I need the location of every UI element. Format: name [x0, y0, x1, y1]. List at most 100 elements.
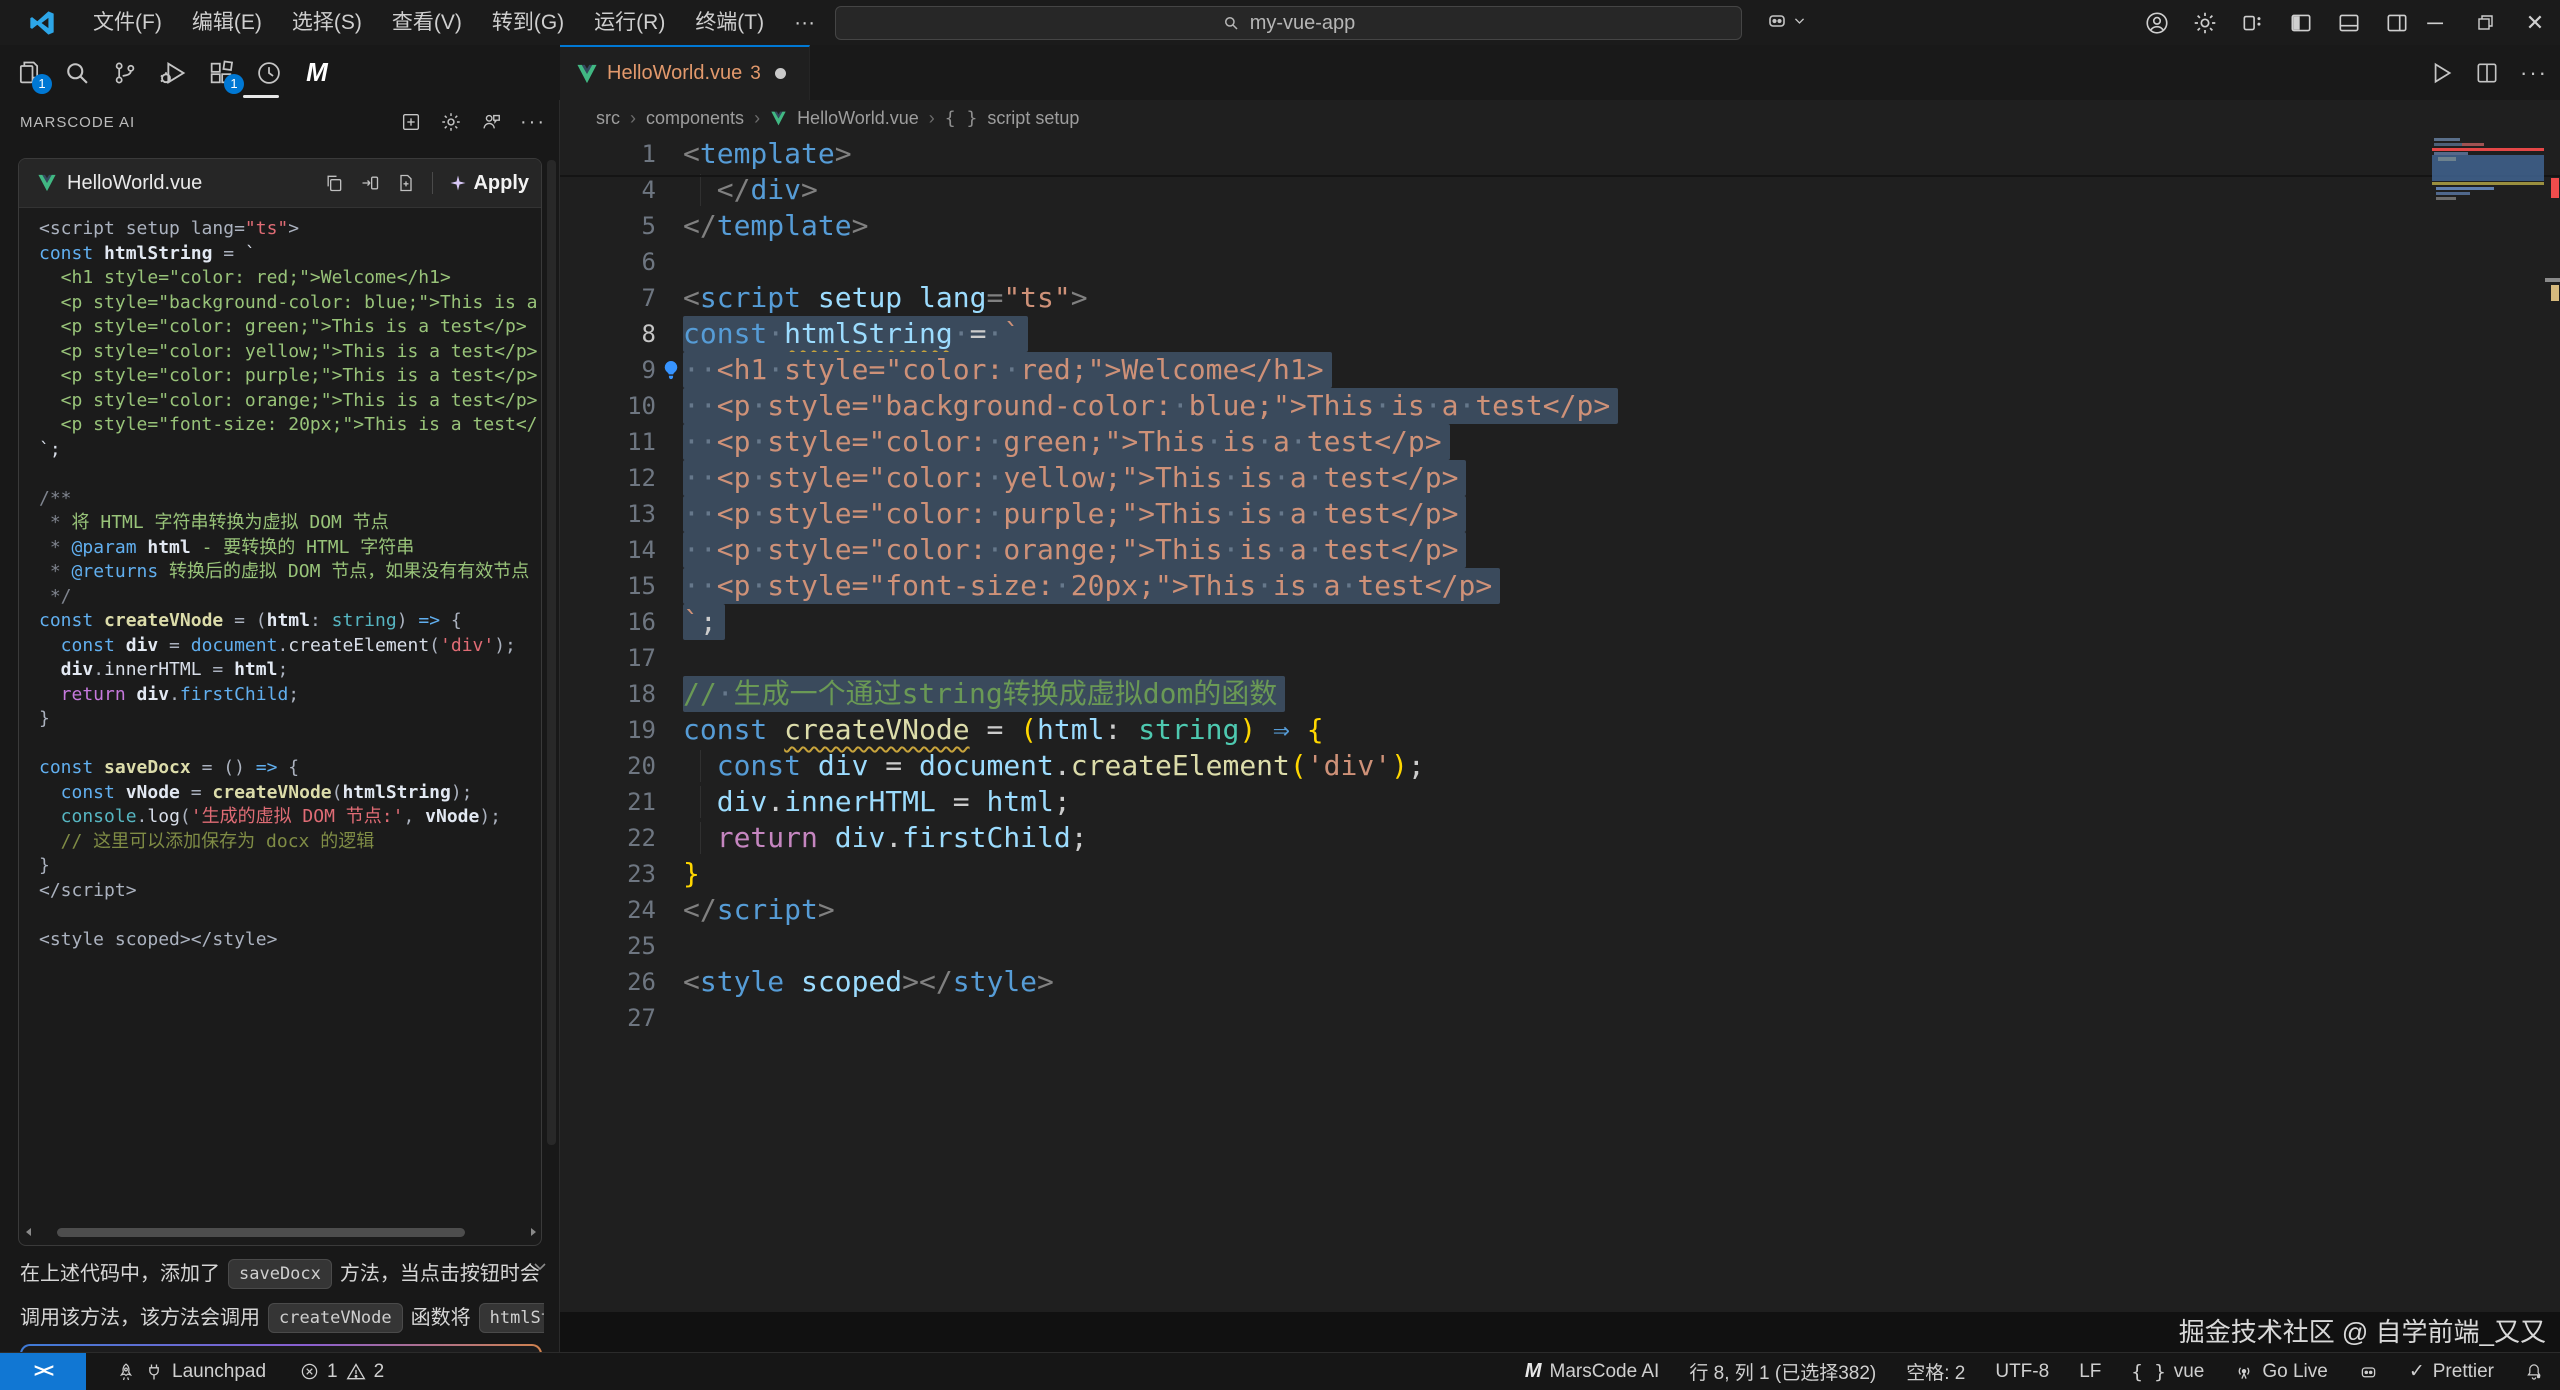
marscode-status-item[interactable]: MMarsCode AI: [1525, 1360, 1660, 1383]
account-icon[interactable]: [2144, 10, 2170, 36]
toggle-panel-icon[interactable]: [2336, 10, 2362, 36]
toggle-sidebar-icon[interactable]: [2288, 10, 2314, 36]
code-line[interactable]: 5</template>: [560, 208, 2560, 244]
code-line[interactable]: 13··<p·style="color:·purple;">This·is·a·…: [560, 496, 2560, 532]
run-debug-icon[interactable]: [156, 56, 190, 90]
line-number[interactable]: 25: [560, 932, 656, 960]
code-line[interactable]: 24</script>: [560, 892, 2560, 928]
code-line[interactable]: 7<script setup lang="ts">: [560, 280, 2560, 316]
apply-button[interactable]: Apply: [449, 172, 529, 195]
crumb-components[interactable]: components: [646, 108, 744, 129]
code-line[interactable]: 6: [560, 244, 2560, 280]
line-number[interactable]: 27: [560, 1004, 656, 1032]
code-line[interactable]: 26<style scoped></style>: [560, 964, 2560, 1000]
line-number[interactable]: 15: [560, 572, 656, 600]
code-line[interactable]: 21 div.innerHTML = html;: [560, 784, 2560, 820]
encoding-item[interactable]: UTF-8: [1995, 1361, 2049, 1383]
search-activity-icon[interactable]: [60, 56, 94, 90]
language-mode-item[interactable]: { }vue: [2131, 1361, 2204, 1383]
feedback-icon[interactable]: [480, 111, 502, 133]
line-number[interactable]: 11: [560, 428, 656, 456]
copilot-menu[interactable]: [1765, 8, 1806, 32]
line-number[interactable]: 17: [560, 644, 656, 672]
menu-view[interactable]: 查看(V): [377, 0, 477, 45]
split-editor-icon[interactable]: [2474, 60, 2500, 86]
launchpad-item[interactable]: Launchpad: [116, 1361, 266, 1383]
line-number[interactable]: 22: [560, 824, 656, 852]
more-actions-icon[interactable]: ···: [2520, 60, 2548, 86]
crumb-file[interactable]: HelloWorld.vue: [797, 108, 919, 129]
line-number[interactable]: 1: [560, 140, 656, 168]
code-line[interactable]: 17: [560, 640, 2560, 676]
lightbulb-icon[interactable]: [660, 359, 682, 381]
marscode-activity-icon[interactable]: M: [300, 56, 334, 90]
card-code-block[interactable]: <script setup lang="ts">const htmlString…: [39, 217, 539, 952]
extensions-icon[interactable]: 1: [204, 56, 238, 90]
line-number[interactable]: 5: [560, 212, 656, 240]
line-number[interactable]: 19: [560, 716, 656, 744]
card-scrollbar[interactable]: [23, 1225, 539, 1239]
panel-settings-gear-icon[interactable]: [440, 111, 462, 133]
line-number[interactable]: 18: [560, 680, 656, 708]
crumb-symbol[interactable]: script setup: [987, 108, 1079, 129]
line-number[interactable]: 9: [560, 356, 656, 384]
line-number[interactable]: 23: [560, 860, 656, 888]
notifications-bell-icon[interactable]: [2524, 1362, 2544, 1382]
code-line[interactable]: 15··<p·style="font-size:·20px;">This·is·…: [560, 568, 2560, 604]
code-line[interactable]: 18//·生成一个通过string转换成虚拟dom的函数: [560, 676, 2560, 712]
window-restore-icon[interactable]: [2460, 0, 2510, 45]
insert-code-icon[interactable]: [360, 173, 380, 193]
code-line[interactable]: 11··<p·style="color:·green;">This·is·a·t…: [560, 424, 2560, 460]
code-line[interactable]: 16`;: [560, 604, 2560, 640]
window-minimize-icon[interactable]: ─: [2410, 0, 2460, 45]
code-line[interactable]: 27: [560, 1000, 2560, 1036]
editor-code[interactable]: 1<template>4 </div>5</template>67<script…: [560, 136, 2560, 1312]
explorer-icon[interactable]: 1: [12, 56, 46, 90]
command-center-search[interactable]: my-vue-app: [835, 6, 1742, 40]
menu-edit[interactable]: 编辑(E): [177, 0, 277, 45]
window-close-icon[interactable]: ✕: [2510, 0, 2560, 45]
code-line[interactable]: 12··<p·style="color:·yellow;">This·is·a·…: [560, 460, 2560, 496]
code-line[interactable]: 8const·htmlString·=·`: [560, 316, 2560, 352]
new-chat-icon[interactable]: [400, 111, 422, 133]
code-line[interactable]: 25: [560, 928, 2560, 964]
code-line[interactable]: 14··<p·style="color:·orange;">This·is·a·…: [560, 532, 2560, 568]
copilot-status-icon[interactable]: [2358, 1361, 2379, 1382]
line-number[interactable]: 20: [560, 752, 656, 780]
menu-selection[interactable]: 选择(S): [277, 0, 377, 45]
code-line[interactable]: 10··<p·style="background-color:·blue;">T…: [560, 388, 2560, 424]
tab-helloworld[interactable]: HelloWorld.vue 3: [560, 45, 810, 100]
scroll-down-chevron-icon[interactable]: [532, 1258, 548, 1274]
prettier-item[interactable]: ✓Prettier: [2409, 1360, 2494, 1383]
line-number[interactable]: 26: [560, 968, 656, 996]
line-number[interactable]: 13: [560, 500, 656, 528]
menu-terminal[interactable]: 终端(T): [680, 0, 779, 45]
minimap[interactable]: [2432, 138, 2544, 200]
code-line[interactable]: 22 return div.firstChild;: [560, 820, 2560, 856]
run-file-icon[interactable]: [2428, 60, 2454, 86]
scrollbar-thumb[interactable]: [57, 1228, 465, 1237]
line-number[interactable]: 10: [560, 392, 656, 420]
menu-file[interactable]: 文件(F): [78, 0, 177, 45]
source-control-icon[interactable]: [108, 56, 142, 90]
go-live-item[interactable]: Go Live: [2234, 1361, 2327, 1383]
line-number[interactable]: 16: [560, 608, 656, 636]
settings-gear-icon[interactable]: [2192, 10, 2218, 36]
line-number[interactable]: 4: [560, 176, 656, 204]
code-line[interactable]: 4 </div>: [560, 172, 2560, 208]
crumb-src[interactable]: src: [596, 108, 620, 129]
panel-more-icon[interactable]: ···: [520, 111, 546, 134]
new-file-icon[interactable]: [396, 173, 416, 193]
copy-code-icon[interactable]: [324, 173, 344, 193]
dirty-dot-icon[interactable]: [775, 68, 786, 79]
code-line[interactable]: 9··<h1·style="color:·red;">Welcome</h1>: [560, 352, 2560, 388]
line-number[interactable]: 24: [560, 896, 656, 924]
sidebar-scrollbar[interactable]: [547, 160, 556, 1145]
menu-run[interactable]: 运行(R): [579, 0, 680, 45]
code-line[interactable]: 19const createVNode = (html: string) ⇒ {: [560, 712, 2560, 748]
toggle-secondary-sidebar-icon[interactable]: [2384, 10, 2410, 36]
line-number[interactable]: 12: [560, 464, 656, 492]
history-clock-icon[interactable]: [252, 56, 286, 90]
code-line[interactable]: 1<template>: [560, 136, 2560, 172]
remote-indicator[interactable]: ><: [0, 1353, 86, 1390]
